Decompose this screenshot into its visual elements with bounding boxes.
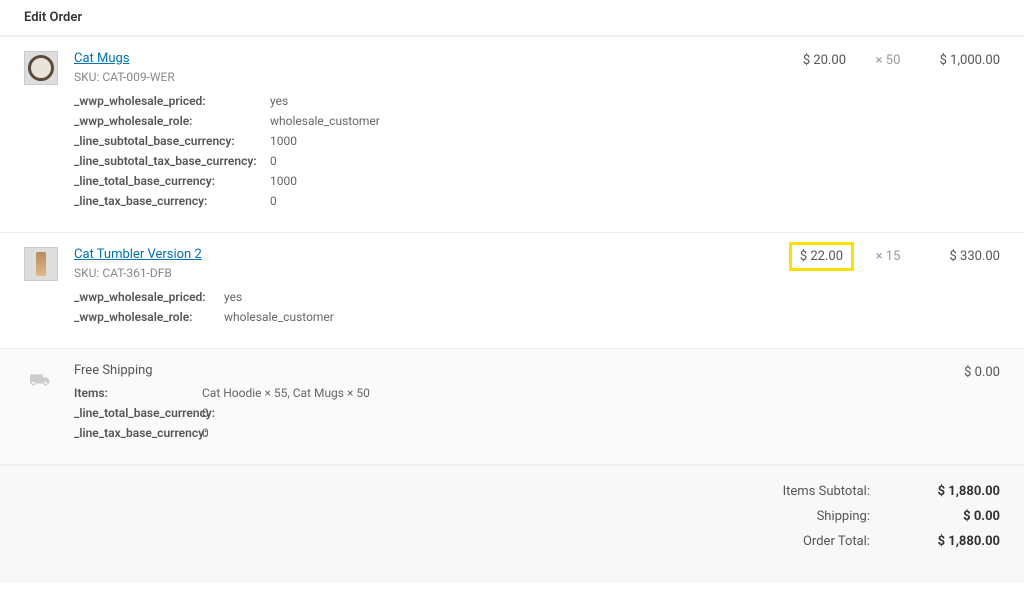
meta-key: _line_total_base_currency: <box>74 174 270 188</box>
order-item-row: Cat Tumbler Version 2 SKU: CAT-361-DFB _… <box>0 233 1024 349</box>
product-link[interactable]: Cat Tumbler Version 2 <box>74 247 202 262</box>
qty-prefix: × <box>876 249 883 264</box>
meta-val: 1000 <box>270 174 297 188</box>
meta-key: _line_tax_base_currency: <box>74 194 270 208</box>
sku-label: SKU: <box>74 70 99 84</box>
order-totals: Items Subtotal: $ 1,880.00 Shipping: $ 0… <box>0 465 1024 583</box>
meta-val: wholesale_customer <box>224 310 334 324</box>
meta-val: yes <box>224 290 242 304</box>
product-link[interactable]: Cat Mugs <box>74 51 130 66</box>
sku-value: CAT-361-DFB <box>102 266 172 280</box>
order-item-row: Cat Mugs SKU: CAT-009-WER _wwp_wholesale… <box>0 37 1024 233</box>
page-title: Edit Order <box>0 0 1024 37</box>
subtotal-label: Items Subtotal: <box>760 484 870 499</box>
meta-val: 0 <box>270 194 277 208</box>
meta-key: _line_tax_base_currency: <box>74 426 202 440</box>
order-total-label: Order Total: <box>760 534 870 549</box>
meta-key: _wwp_wholesale_priced: <box>74 290 224 304</box>
meta-val: 0 <box>202 426 209 440</box>
subtotal-value: $ 1,880.00 <box>910 484 1000 499</box>
meta-key: _wwp_wholesale_role: <box>74 310 224 324</box>
meta-val: 0 <box>270 154 277 168</box>
shipping-items-label: Items: <box>74 386 202 400</box>
truck-icon <box>24 363 58 397</box>
item-price: $ 20.00 <box>790 53 846 68</box>
meta-val: yes <box>270 94 288 108</box>
meta-key: _line_total_base_currency: <box>74 406 202 420</box>
shipping-title: Free Shipping <box>74 363 930 378</box>
shipping-items-text: Cat Hoodie × 55, Cat Mugs × 50 <box>202 386 370 400</box>
qty-prefix: × <box>876 53 883 68</box>
shipping-value: $ 0.00 <box>910 509 1000 524</box>
meta-val: 0 <box>202 406 209 420</box>
item-qty: 50 <box>886 53 901 68</box>
item-price-highlighted: $ 22.00 <box>789 242 854 271</box>
meta-key: _wwp_wholesale_priced: <box>74 94 270 108</box>
meta-key: _wwp_wholesale_role: <box>74 114 270 128</box>
shipping-label: Shipping: <box>760 509 870 524</box>
shipping-total: $ 0.00 <box>930 365 1000 380</box>
item-qty: 15 <box>886 249 901 264</box>
meta-key: _line_subtotal_tax_base_currency: <box>74 154 270 168</box>
sku-value: CAT-009-WER <box>102 70 174 84</box>
sku-label: SKU: <box>74 266 99 280</box>
product-thumbnail[interactable] <box>24 247 58 281</box>
item-total: $ 1,000.00 <box>930 53 1000 68</box>
meta-val: wholesale_customer <box>270 114 380 128</box>
product-thumbnail[interactable] <box>24 51 58 85</box>
meta-val: 1000 <box>270 134 297 148</box>
shipping-row: Free Shipping Items: Cat Hoodie × 55, Ca… <box>0 349 1024 465</box>
item-total: $ 330.00 <box>930 249 1000 264</box>
order-total-value: $ 1,880.00 <box>910 534 1000 549</box>
meta-key: _line_subtotal_base_currency: <box>74 134 270 148</box>
